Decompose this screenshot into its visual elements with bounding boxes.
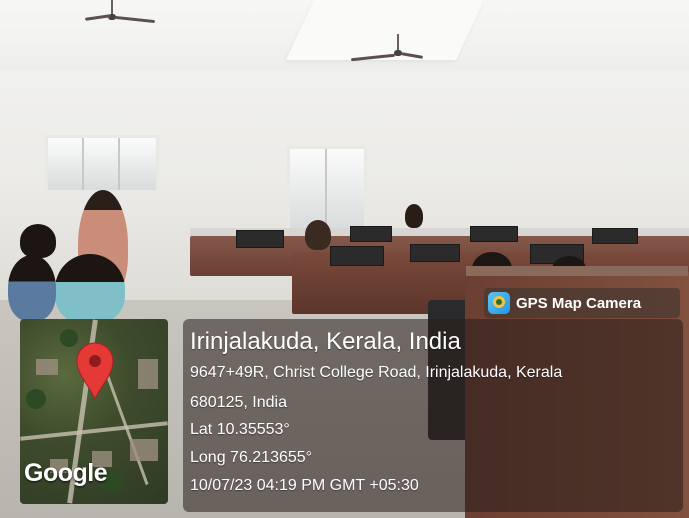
student xyxy=(55,254,125,324)
photo-scene: GPS Map Camera Google Irinjalakuda, Kera… xyxy=(0,0,689,518)
monitor xyxy=(470,226,518,242)
address-line-2: 680125, India xyxy=(190,394,287,411)
map-thumbnail: Google xyxy=(20,319,168,504)
app-name: GPS Map Camera xyxy=(516,294,642,312)
window xyxy=(45,135,159,193)
longitude: Long 76.213655° xyxy=(190,449,313,466)
timestamp: 10/07/23 04:19 PM GMT +05:30 xyxy=(190,477,419,494)
google-logo: Google xyxy=(24,459,108,487)
monitor xyxy=(330,246,384,266)
student xyxy=(8,255,56,321)
monitor xyxy=(236,230,284,248)
location-pin-icon xyxy=(75,341,115,401)
student xyxy=(405,204,423,228)
student xyxy=(305,220,331,250)
monitor xyxy=(410,244,460,262)
monitor xyxy=(350,226,392,242)
address-line-1: 9647+49R, Christ College Road, Irinjalak… xyxy=(190,364,563,381)
window xyxy=(287,146,367,232)
gps-map-camera-app-icon xyxy=(488,292,510,314)
gps-map-camera-badge: GPS Map Camera xyxy=(484,288,680,318)
desk-top xyxy=(466,266,688,276)
ceiling-beam xyxy=(286,0,484,60)
monitor xyxy=(592,228,638,244)
location-title: Irinjalakuda, Kerala, India xyxy=(190,328,461,355)
latitude: Lat 10.35553° xyxy=(190,421,290,438)
student xyxy=(20,224,56,258)
